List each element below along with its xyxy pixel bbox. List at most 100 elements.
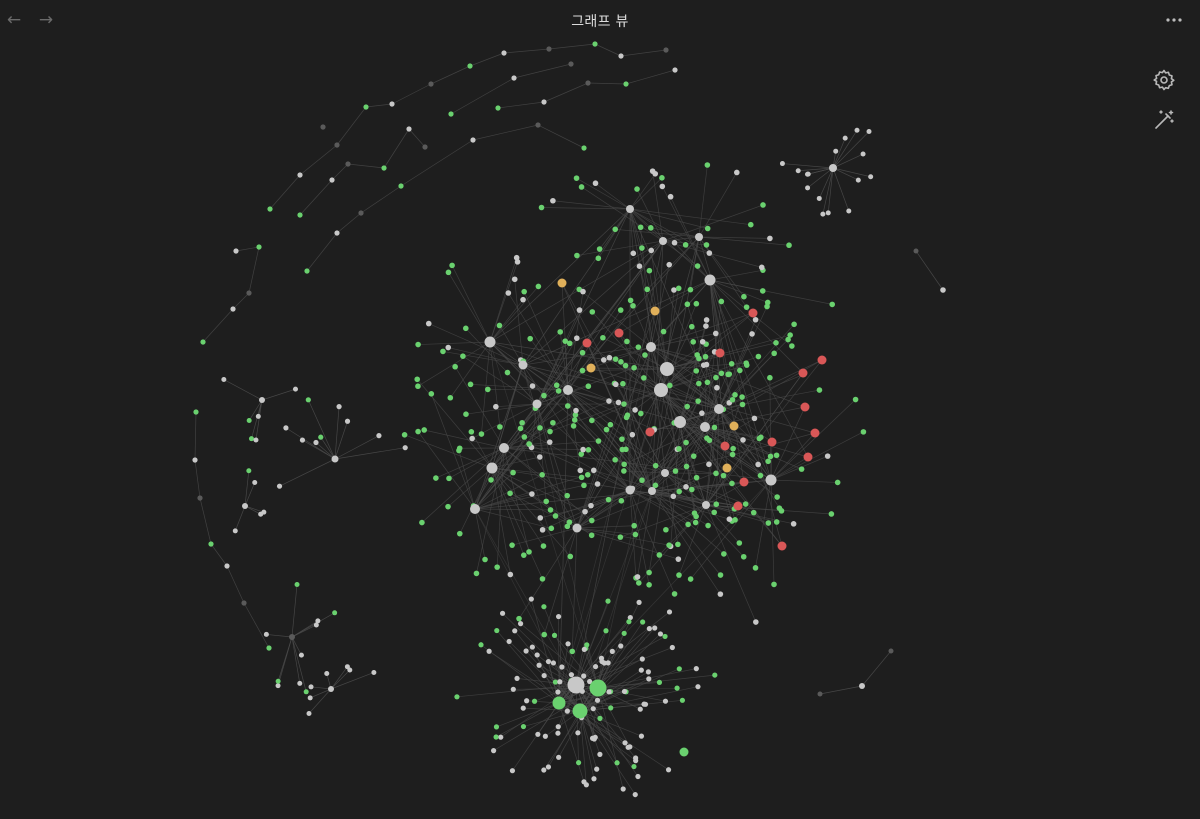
graph-node[interactable] (646, 676, 652, 682)
graph-node[interactable] (659, 183, 666, 190)
graph-node[interactable] (232, 528, 238, 534)
graph-node[interactable] (541, 99, 547, 105)
graph-node[interactable] (703, 317, 710, 323)
graph-node[interactable] (685, 521, 691, 528)
graph-node[interactable] (363, 104, 369, 110)
graph-node[interactable] (242, 503, 248, 509)
graph-node[interactable] (255, 413, 261, 419)
graph-node[interactable] (656, 679, 663, 685)
graph-node[interactable] (739, 401, 746, 408)
graph-node[interactable] (535, 122, 541, 128)
graph-node[interactable] (445, 503, 451, 510)
graph-node[interactable] (597, 715, 603, 721)
graph-node[interactable] (758, 264, 765, 271)
graph-node[interactable] (670, 493, 677, 500)
graph-node[interactable] (641, 375, 647, 381)
graph-node[interactable] (803, 452, 813, 462)
graph-node[interactable] (834, 479, 841, 486)
graph-nodes[interactable] (192, 41, 946, 798)
magic-wand-icon[interactable] (1152, 108, 1176, 132)
graph-node[interactable] (743, 304, 750, 310)
graph-node[interactable] (555, 724, 561, 730)
graph-node[interactable] (704, 435, 710, 441)
graph-node[interactable] (714, 384, 720, 391)
graph-node[interactable] (520, 552, 527, 558)
graph-node[interactable] (596, 246, 603, 252)
graph-node[interactable] (564, 708, 570, 714)
graph-node[interactable] (521, 288, 527, 295)
graph-node[interactable] (537, 454, 543, 460)
graph-node[interactable] (589, 417, 595, 424)
graph-node[interactable] (433, 475, 439, 481)
graph-node[interactable] (765, 458, 771, 465)
graph-node[interactable] (646, 626, 652, 632)
graph-node[interactable] (695, 233, 703, 241)
more-options-icon[interactable] (1164, 10, 1184, 30)
graph-node[interactable] (535, 731, 541, 737)
graph-node[interactable] (631, 522, 637, 529)
graph-node[interactable] (798, 368, 808, 378)
graph-node[interactable] (829, 301, 836, 308)
graph-node[interactable] (313, 622, 319, 628)
graph-node[interactable] (705, 522, 711, 529)
graph-node[interactable] (297, 680, 303, 686)
graph-node[interactable] (868, 174, 874, 180)
graph-node[interactable] (539, 576, 546, 582)
graph-node[interactable] (618, 358, 624, 365)
graph-node[interactable] (588, 532, 595, 539)
graph-node[interactable] (542, 733, 548, 739)
graph-node[interactable] (704, 162, 711, 168)
graph-node[interactable] (663, 526, 669, 533)
graph-node[interactable] (575, 760, 582, 766)
graph-node[interactable] (646, 267, 653, 274)
graph-node[interactable] (773, 452, 780, 459)
graph-node[interactable] (241, 600, 247, 606)
graph-node[interactable] (767, 235, 773, 242)
graph-node[interactable] (512, 628, 518, 634)
graph-node[interactable] (313, 439, 319, 446)
graph-node[interactable] (486, 648, 492, 654)
graph-node[interactable] (645, 669, 651, 675)
graph-node[interactable] (299, 437, 306, 443)
graph-node[interactable] (581, 779, 587, 785)
graph-node[interactable] (608, 705, 614, 711)
graph-node[interactable] (573, 335, 580, 341)
graph-node[interactable] (564, 523, 571, 530)
graph-node[interactable] (696, 355, 702, 362)
graph-node[interactable] (574, 252, 580, 259)
graph-node[interactable] (266, 645, 272, 651)
graph-node[interactable] (478, 642, 484, 648)
graph-node[interactable] (539, 527, 546, 533)
graph-node[interactable] (620, 786, 626, 792)
graph-node[interactable] (687, 576, 694, 582)
graph-node[interactable] (261, 509, 267, 515)
graph-node[interactable] (693, 368, 700, 374)
graph-node[interactable] (696, 380, 702, 387)
graph-node[interactable] (541, 604, 547, 610)
graph-node[interactable] (860, 151, 866, 157)
graph-node[interactable] (497, 424, 503, 430)
graph-node[interactable] (425, 320, 432, 327)
graph-node[interactable] (534, 652, 540, 658)
graph-node[interactable] (632, 407, 638, 413)
graph-node[interactable] (722, 463, 732, 473)
graph-node[interactable] (513, 254, 520, 261)
graph-node[interactable] (541, 767, 547, 773)
graph-node[interactable] (728, 360, 735, 367)
graph-node[interactable] (703, 361, 710, 368)
graph-node[interactable] (684, 301, 691, 308)
graph-node[interactable] (517, 425, 524, 432)
graph-node[interactable] (529, 383, 536, 389)
graph-node[interactable] (470, 137, 476, 143)
graph-node[interactable] (267, 206, 273, 212)
graph-node[interactable] (771, 581, 777, 588)
graph-node[interactable] (747, 221, 754, 228)
graph-node[interactable] (548, 525, 555, 532)
graph-node[interactable] (398, 183, 404, 189)
graph-node[interactable] (704, 274, 716, 286)
graph-node[interactable] (565, 641, 571, 647)
graph-node[interactable] (332, 610, 338, 616)
graph-node[interactable] (913, 248, 919, 254)
graph-node[interactable] (755, 353, 762, 360)
graph-node[interactable] (641, 701, 647, 707)
